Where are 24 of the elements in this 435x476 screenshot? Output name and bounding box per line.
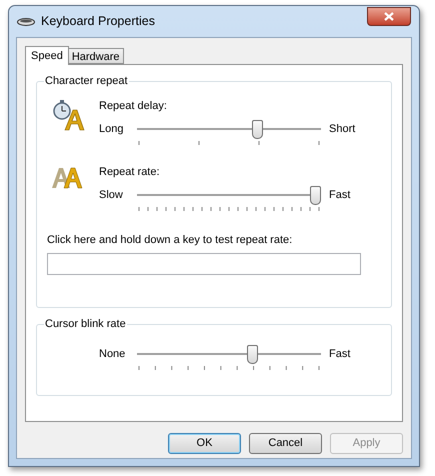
dialog-button[interactable]: OK (168, 433, 241, 454)
slider-max-label: Fast (329, 188, 350, 202)
tab[interactable]: Speed (25, 46, 69, 65)
close-icon (384, 12, 394, 21)
slider-max-label: Fast (329, 346, 350, 362)
slider-label: Repeat rate: (99, 164, 161, 180)
dialog-button[interactable]: Cancel (249, 433, 322, 454)
slider-min-label: Long (99, 122, 124, 136)
group-title: Character repeat (44, 74, 129, 89)
slider-min-label: Slow (99, 188, 124, 202)
window-title: Keyboard Properties (41, 13, 155, 30)
tab[interactable]: Hardware (68, 48, 124, 64)
close-button[interactable] (367, 7, 411, 26)
stopwatch-letter-icon (51, 98, 85, 132)
slider-thumb[interactable] (252, 120, 264, 138)
group-title: Cursor blink rate (44, 317, 127, 332)
slider-thumb[interactable] (247, 344, 258, 364)
slider-thumb[interactable] (310, 186, 321, 204)
slider-min-label: None (99, 346, 126, 362)
slider-max-label: Short (329, 122, 356, 136)
test-prompt: Click here and hold down a key to test repeat rate: (47, 232, 294, 248)
slider-label: Repeat delay: (99, 98, 168, 114)
test-field[interactable] (47, 253, 361, 275)
keyboard-icon (17, 16, 35, 26)
